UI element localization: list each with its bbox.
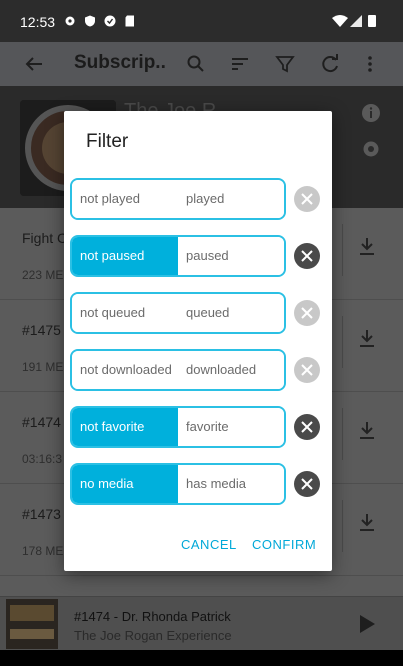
filter-row-media: no media has media <box>70 463 320 505</box>
media-toggle: no media has media <box>70 463 286 505</box>
filter-option-not-paused[interactable]: not paused <box>72 237 178 275</box>
dialog-title: Filter <box>86 131 129 152</box>
filter-option-downloaded[interactable]: downloaded <box>178 351 284 389</box>
paused-toggle: not paused paused <box>70 235 286 277</box>
cancel-button[interactable]: CANCEL <box>181 537 237 552</box>
filter-icon[interactable] <box>271 50 299 78</box>
confirm-button[interactable]: CONFIRM <box>252 537 316 552</box>
refresh-icon[interactable] <box>316 50 344 78</box>
wifi-icon <box>332 15 348 27</box>
close-icon <box>301 421 313 433</box>
info-icon[interactable] <box>360 102 382 124</box>
toolbar: Subscrip... <box>0 42 403 86</box>
filter-option-has-media[interactable]: has media <box>178 465 284 503</box>
battery-icon <box>368 15 376 27</box>
close-icon <box>301 250 313 262</box>
play-icon[interactable] <box>358 614 376 634</box>
filter-row-played: not played played <box>70 178 320 220</box>
clear-filter-button[interactable] <box>294 414 320 440</box>
filter-row-downloaded: not downloaded downloaded <box>70 349 320 391</box>
divider <box>342 500 343 552</box>
download-icon[interactable] <box>358 420 376 442</box>
system-nav-bar <box>0 650 403 666</box>
divider <box>342 316 343 368</box>
settings-icon <box>64 15 76 27</box>
episode-meta: 191 ME <box>22 360 64 374</box>
episode-meta: 178 ME <box>22 544 64 558</box>
toolbar-title: Subscrip... <box>74 52 166 73</box>
filter-option-played[interactable]: played <box>178 180 284 218</box>
filter-option-not-favorite[interactable]: not favorite <box>72 408 178 446</box>
played-toggle: not played played <box>70 178 286 220</box>
mini-player[interactable]: #1474 - Dr. Rhonda Patrick The Joe Rogan… <box>0 596 403 650</box>
clear-filter-button[interactable] <box>294 300 320 326</box>
favorite-toggle: not favorite favorite <box>70 406 286 448</box>
download-icon[interactable] <box>358 512 376 534</box>
filter-row-queued: not queued queued <box>70 292 320 334</box>
player-title: #1474 - Dr. Rhonda Patrick <box>74 609 231 624</box>
episode-title: #1474 <box>22 414 61 430</box>
filter-option-not-played[interactable]: not played <box>72 180 178 218</box>
filter-option-no-media[interactable]: no media <box>72 465 178 503</box>
episode-title: #1475 <box>22 322 61 338</box>
divider <box>342 224 343 276</box>
status-bar: 12:53 <box>0 0 403 42</box>
filter-option-favorite[interactable]: favorite <box>178 408 284 446</box>
sort-icon[interactable] <box>226 50 254 78</box>
filter-row-paused: not paused paused <box>70 235 320 277</box>
episode-title: #1473 <box>22 506 61 522</box>
filter-option-not-downloaded[interactable]: not downloaded <box>72 351 178 389</box>
clear-filter-button[interactable] <box>294 357 320 383</box>
clear-filter-button[interactable] <box>294 243 320 269</box>
divider <box>342 408 343 460</box>
filter-option-queued[interactable]: queued <box>178 294 284 332</box>
queued-toggle: not queued queued <box>70 292 286 334</box>
more-vert-icon[interactable] <box>356 50 384 78</box>
search-icon[interactable] <box>182 50 210 78</box>
signal-icon <box>350 15 362 27</box>
close-icon <box>301 193 313 205</box>
filter-dialog: Filter not played played not paused paus… <box>64 111 332 571</box>
episode-meta: 223 ME <box>22 268 64 282</box>
app-icon <box>104 15 116 27</box>
download-icon[interactable] <box>358 236 376 258</box>
shield-icon <box>84 15 96 27</box>
filter-option-paused[interactable]: paused <box>178 237 284 275</box>
gear-icon[interactable] <box>360 138 382 160</box>
sd-card-icon <box>124 15 136 27</box>
status-time: 12:53 <box>20 14 56 30</box>
close-icon <box>301 364 313 376</box>
status-right-icons <box>331 14 381 28</box>
episode-meta: 03:16:3 <box>22 452 63 466</box>
player-artwork <box>6 599 58 649</box>
filter-row-favorite: not favorite favorite <box>70 406 320 448</box>
filter-option-not-queued[interactable]: not queued <box>72 294 178 332</box>
download-icon[interactable] <box>358 328 376 350</box>
close-icon <box>301 478 313 490</box>
player-subtitle: The Joe Rogan Experience <box>74 628 232 643</box>
clear-filter-button[interactable] <box>294 186 320 212</box>
downloaded-toggle: not downloaded downloaded <box>70 349 286 391</box>
back-arrow-icon[interactable] <box>20 50 48 78</box>
clear-filter-button[interactable] <box>294 471 320 497</box>
close-icon <box>301 307 313 319</box>
